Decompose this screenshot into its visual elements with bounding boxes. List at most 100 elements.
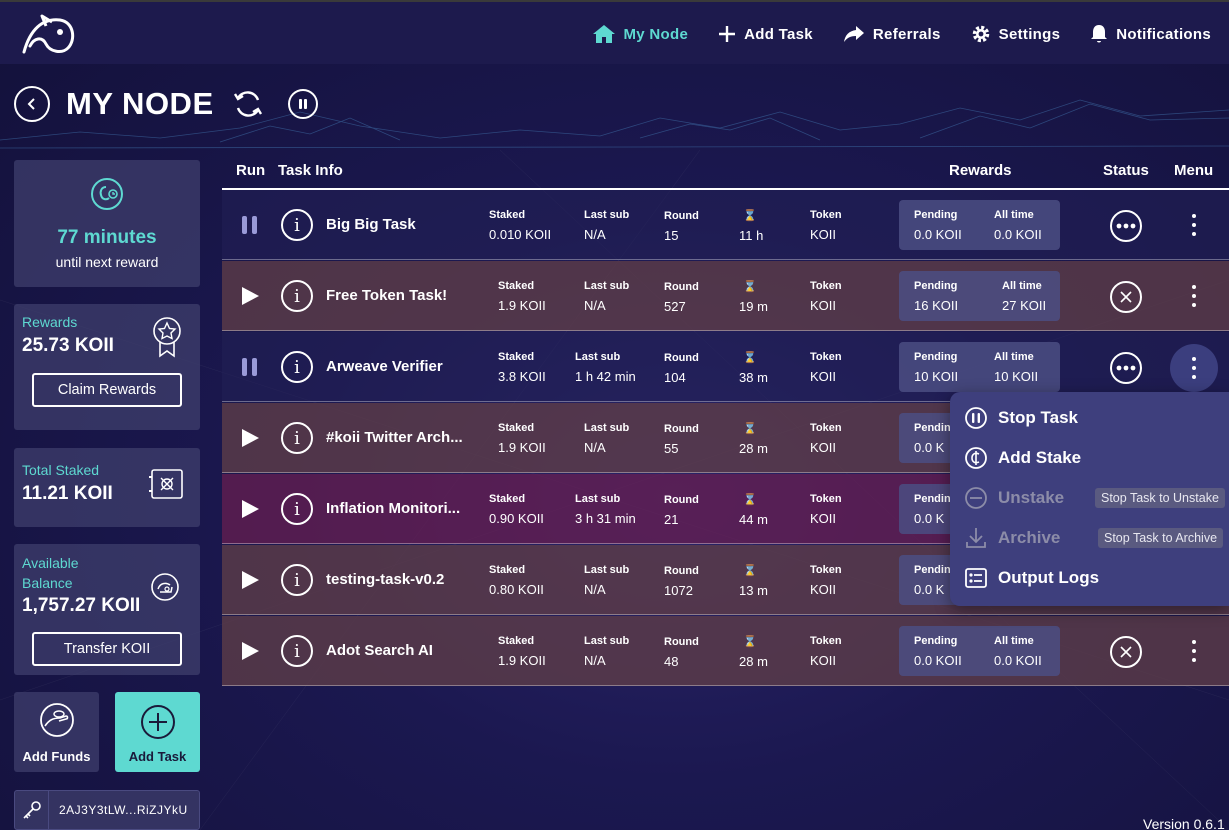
plus-circle-icon: [140, 705, 175, 739]
unstake-tooltip: Stop Task to Unstake: [1095, 488, 1225, 508]
task-menu-button[interactable]: [1184, 281, 1204, 311]
nav-settings[interactable]: Settings: [971, 24, 1061, 44]
total-staked-card: Total Staked 11.21 KOII: [14, 448, 200, 527]
rewards-box: Pending 0.0 KOII All time 0.0 KOII: [899, 200, 1060, 250]
play-icon[interactable]: [240, 570, 260, 590]
play-icon[interactable]: [240, 499, 260, 519]
all-time-col: All time 27 KOII: [1002, 280, 1046, 313]
plus-icon: [719, 26, 736, 42]
time-value: 44 m: [739, 512, 768, 527]
round-col: Round 104: [664, 352, 699, 385]
round-col: Round 55: [664, 423, 699, 456]
token-label: Token: [810, 209, 842, 221]
staked-label: Staked: [498, 280, 535, 292]
rewards-label: Rewards: [22, 314, 78, 330]
transfer-koii-button[interactable]: Transfer KOII: [32, 632, 182, 666]
claim-rewards-button[interactable]: Claim Rewards: [32, 373, 182, 407]
archive-menu-item[interactable]: Archive: [964, 523, 1060, 553]
round-col: Round 48: [664, 636, 699, 669]
last-sub-col: Last sub 1 h 42 min: [575, 351, 636, 384]
koii-logo-icon[interactable]: [20, 12, 78, 58]
info-icon[interactable]: i: [281, 564, 313, 596]
pause-icon[interactable]: [240, 357, 260, 377]
info-icon[interactable]: i: [281, 209, 313, 241]
all-time-label: All time: [994, 635, 1034, 647]
info-icon[interactable]: i: [281, 422, 313, 454]
round-value: 104: [664, 370, 686, 385]
stopped-status-icon: [1110, 281, 1142, 313]
last-sub-col: Last sub N/A: [584, 209, 629, 242]
staked-label: Staked: [498, 422, 535, 434]
pending-label: Pending: [914, 280, 958, 292]
task-table-header: Run Task Info Rewards Status Menu: [222, 150, 1229, 190]
minutes-until-reward: 77 minutes: [57, 227, 157, 248]
task-menu-button[interactable]: [1184, 636, 1204, 666]
task-menu-button-open[interactable]: [1170, 344, 1218, 392]
token-label: Token: [810, 635, 842, 647]
last-sub-value: N/A: [584, 298, 606, 313]
pending-label: Pending: [914, 635, 958, 647]
all-time-value: 27 KOII: [1002, 298, 1047, 313]
pending-col: Pending 0.0 KOII: [914, 209, 962, 242]
pending-value: 0.0 KOII: [914, 227, 962, 242]
rewards-box: Pending 0.0 KOII All time 0.0 KOII: [899, 626, 1060, 676]
staked-col: Staked 0.90 KOII: [489, 493, 544, 526]
nav-add-task-label: Add Task: [744, 25, 813, 43]
token-value: KOII: [810, 440, 837, 455]
total-staked-value: 11.21 KOII: [22, 483, 113, 504]
info-icon[interactable]: i: [281, 493, 313, 525]
available-balance-label-line1: Available: [22, 555, 79, 571]
back-button[interactable]: [14, 86, 50, 122]
unstake-label: Unstake: [998, 488, 1065, 507]
add-funds-button[interactable]: Add Funds: [14, 692, 99, 772]
round-label: Round: [664, 565, 699, 577]
last-sub-label: Last sub: [575, 351, 621, 363]
staked-value: 1.9 KOII: [498, 653, 546, 668]
add-stake-menu-item[interactable]: Add Stake: [964, 443, 1081, 473]
page-header: MY NODE: [14, 82, 318, 126]
time-value: 28 m: [739, 654, 768, 669]
play-icon[interactable]: [240, 428, 260, 448]
token-col: Token KOII: [810, 209, 842, 242]
token-col: Token KOII: [810, 493, 842, 526]
last-sub-label: Last sub: [584, 564, 630, 576]
pending-col: Pending 0.0 KOII: [914, 635, 962, 668]
minus-circle-icon: [965, 487, 987, 509]
pause-icon[interactable]: [240, 215, 260, 235]
last-sub-value: 1 h 42 min: [575, 369, 636, 384]
stop-task-menu-item[interactable]: Stop Task: [964, 403, 1078, 433]
hourglass-icon: ⌛: [743, 352, 757, 364]
staked-label: Staked: [498, 351, 535, 363]
unstake-menu-item[interactable]: Unstake: [964, 483, 1064, 513]
info-icon[interactable]: i: [281, 635, 313, 667]
pending-value: 10 KOII: [914, 369, 959, 384]
nav-referrals[interactable]: Referrals: [843, 25, 941, 43]
round-label: Round: [664, 636, 699, 648]
last-sub-label: Last sub: [584, 280, 630, 292]
time-value: 11 h: [739, 228, 764, 243]
task-menu-popup: Stop Task Add Stake Unstake Stop Task to…: [950, 392, 1229, 606]
time-value: 38 m: [739, 370, 768, 385]
nav-notifications[interactable]: Notifications: [1090, 24, 1211, 44]
last-sub-value: 3 h 31 min: [575, 511, 636, 526]
info-icon[interactable]: i: [281, 351, 313, 383]
time-value: 19 m: [739, 299, 768, 314]
time-col: ⌛ 28 m: [739, 635, 768, 669]
refresh-icon[interactable]: [232, 88, 264, 120]
play-icon[interactable]: [240, 641, 260, 661]
task-menu-button[interactable]: [1184, 210, 1204, 240]
output-logs-menu-item[interactable]: Output Logs: [964, 563, 1099, 593]
nav-add-task[interactable]: Add Task: [718, 25, 813, 43]
header-rewards: Rewards: [949, 162, 1012, 179]
staked-label: Staked: [489, 209, 526, 221]
token-value: KOII: [810, 511, 837, 526]
play-icon[interactable]: [240, 286, 260, 306]
info-icon[interactable]: i: [281, 280, 313, 312]
all-time-value: 10 KOII: [994, 369, 1039, 384]
nav-my-node[interactable]: My Node: [592, 24, 689, 44]
all-time-col: All time 0.0 KOII: [994, 209, 1042, 242]
round-value: 48: [664, 654, 679, 669]
add-task-button[interactable]: Add Task: [115, 692, 200, 772]
pause-all-button[interactable]: [287, 89, 318, 119]
wallet-address[interactable]: 2AJ3Y3tLW...RiZJYkU: [14, 790, 200, 830]
